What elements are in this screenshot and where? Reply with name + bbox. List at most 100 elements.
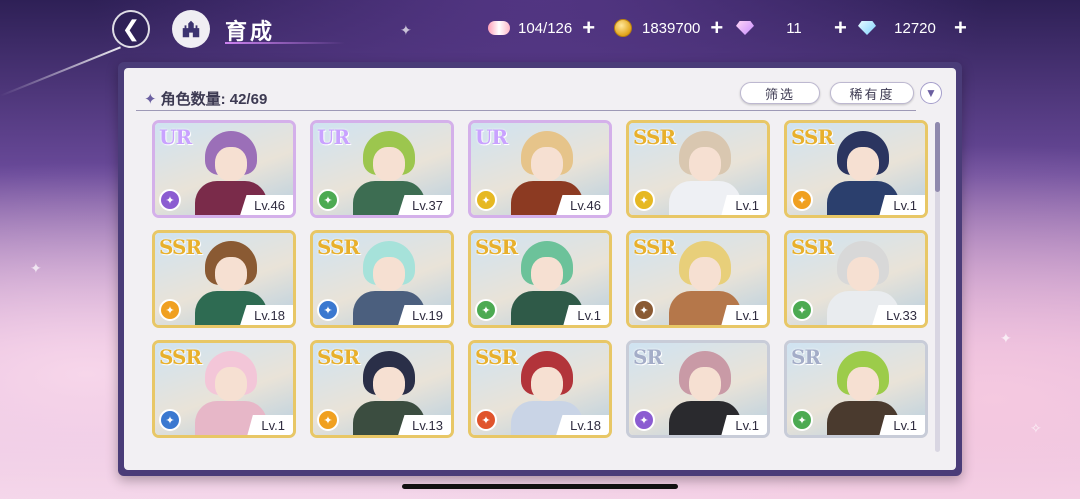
portrait-face xyxy=(847,147,879,181)
resource-gold: 1839700 + xyxy=(612,16,723,40)
scrollbar[interactable] xyxy=(935,122,940,452)
attribute-icon: ✦ xyxy=(159,189,181,211)
attribute-icon: ✦ xyxy=(633,189,655,211)
portrait-face xyxy=(689,147,721,181)
portrait-face xyxy=(531,147,563,181)
header-divider xyxy=(136,110,916,111)
attribute-icon: ✦ xyxy=(791,299,813,321)
blue-diamond-icon xyxy=(856,17,878,39)
portrait-face xyxy=(847,257,879,291)
portrait-face xyxy=(373,367,405,401)
rarity-badge: SSR xyxy=(317,345,360,369)
sort-rarity-button[interactable]: 稀有度 xyxy=(830,82,914,104)
portrait-face xyxy=(215,257,247,291)
attribute-icon: ✦ xyxy=(317,189,339,211)
character-card[interactable]: SSR ✦ Lv.1 xyxy=(152,340,296,438)
rarity-badge: UR xyxy=(159,125,192,149)
character-card[interactable]: SR ✦ Lv.1 xyxy=(784,340,928,438)
level-label: Lv.1 xyxy=(247,415,293,435)
character-grid: UR ✦ Lv.46 UR ✦ Lv.37 UR ✦ Lv.46 SSR ✦ Lv.1 SSR ✦ Lv.1… xyxy=(152,120,932,438)
attribute-icon: ✦ xyxy=(159,299,181,321)
portrait-face xyxy=(215,147,247,181)
character-card[interactable]: SSR ✦ Lv.1 xyxy=(626,230,770,328)
rarity-badge: SSR xyxy=(475,345,518,369)
sparkle-icon: ✦ xyxy=(144,91,157,108)
add-pink-gem-button[interactable]: + xyxy=(834,17,847,39)
character-card[interactable]: SSR ✦ Lv.19 xyxy=(310,230,454,328)
resource-pink-gem: 11 + xyxy=(734,16,847,40)
character-card[interactable]: SSR ✦ Lv.18 xyxy=(468,340,612,438)
portrait-face xyxy=(373,147,405,181)
level-label: Lv.19 xyxy=(398,305,451,325)
rarity-badge: SR xyxy=(791,345,821,369)
portrait-face xyxy=(689,257,721,291)
attribute-icon: ✦ xyxy=(791,189,813,211)
sparkle-decoration: ✧ xyxy=(1030,420,1042,436)
level-label: Lv.1 xyxy=(721,415,767,435)
attribute-icon: ✦ xyxy=(475,409,497,431)
attribute-icon: ✦ xyxy=(317,299,339,321)
level-label: Lv.37 xyxy=(398,195,451,215)
castle-icon xyxy=(182,20,200,38)
add-candy-button[interactable]: + xyxy=(582,17,595,39)
back-button[interactable]: ❮ xyxy=(112,10,150,48)
blue-gem-value: 12720 xyxy=(894,19,936,37)
rarity-badge: SSR xyxy=(159,345,202,369)
filter-button[interactable]: 筛选 xyxy=(740,82,820,104)
level-label: Lv.1 xyxy=(721,305,767,325)
add-gold-button[interactable]: + xyxy=(710,17,723,39)
character-card[interactable]: UR ✦ Lv.46 xyxy=(468,120,612,218)
level-label: Lv.46 xyxy=(240,195,293,215)
sparkle-decoration: ✦ xyxy=(30,260,42,276)
home-indicator[interactable] xyxy=(402,484,678,489)
level-label: Lv.33 xyxy=(872,305,925,325)
character-card[interactable]: SSR ✦ Lv.1 xyxy=(626,120,770,218)
rarity-badge: UR xyxy=(475,125,508,149)
character-card[interactable]: SSR ✦ Lv.1 xyxy=(784,120,928,218)
rarity-badge: SSR xyxy=(791,235,834,259)
sparkle-decoration: ✦ xyxy=(1000,330,1012,346)
character-card[interactable]: SSR ✦ Lv.18 xyxy=(152,230,296,328)
add-blue-gem-button[interactable]: + xyxy=(954,17,967,39)
scroll-thumb[interactable] xyxy=(935,122,940,192)
rarity-badge: SSR xyxy=(475,235,518,259)
character-count-value: 42/69 xyxy=(229,91,268,108)
coin-icon xyxy=(612,17,634,39)
attribute-icon: ✦ xyxy=(633,409,655,431)
character-card[interactable]: SSR ✦ Lv.33 xyxy=(784,230,928,328)
attribute-icon: ✦ xyxy=(159,409,181,431)
gold-value: 1839700 xyxy=(642,19,701,37)
portrait-face xyxy=(847,367,879,401)
portrait-face xyxy=(689,367,721,401)
portrait-face xyxy=(215,367,247,401)
level-label: Lv.1 xyxy=(721,195,767,215)
top-bar: ❮ 育成 104/126 + 1839700 + 11 + 12720 + xyxy=(0,0,1080,56)
character-card[interactable]: SR ✦ Lv.1 xyxy=(626,340,770,438)
rarity-badge: UR xyxy=(317,125,350,149)
attribute-icon: ✦ xyxy=(633,299,655,321)
character-card[interactable]: SSR ✦ Lv.1 xyxy=(468,230,612,328)
character-panel: ✦ 角色数量: 42/69 筛选 稀有度 ▼ UR ✦ Lv.46 UR ✦ Lv.37 UR… xyxy=(118,62,962,476)
level-label: Lv.1 xyxy=(563,305,609,325)
rarity-badge: SSR xyxy=(317,235,360,259)
character-card[interactable]: UR ✦ Lv.37 xyxy=(310,120,454,218)
attribute-icon: ✦ xyxy=(475,189,497,211)
attribute-icon: ✦ xyxy=(475,299,497,321)
level-label: Lv.18 xyxy=(240,305,293,325)
character-card[interactable]: SSR ✦ Lv.13 xyxy=(310,340,454,438)
level-label: Lv.1 xyxy=(879,195,925,215)
rarity-badge: SSR xyxy=(159,235,202,259)
attribute-icon: ✦ xyxy=(317,409,339,431)
back-arrow-icon: ❮ xyxy=(121,16,141,41)
home-button[interactable] xyxy=(172,10,210,48)
character-count: ✦ 角色数量: 42/69 xyxy=(144,88,267,109)
portrait-face xyxy=(373,257,405,291)
character-card[interactable]: UR ✦ Lv.46 xyxy=(152,120,296,218)
candy-value: 104/126 xyxy=(518,19,573,37)
pink-diamond-icon xyxy=(734,17,756,39)
level-label: Lv.13 xyxy=(398,415,451,435)
portrait-face xyxy=(531,367,563,401)
level-label: Lv.18 xyxy=(556,415,609,435)
sort-order-toggle[interactable]: ▼ xyxy=(920,82,942,104)
level-label: Lv.1 xyxy=(879,415,925,435)
